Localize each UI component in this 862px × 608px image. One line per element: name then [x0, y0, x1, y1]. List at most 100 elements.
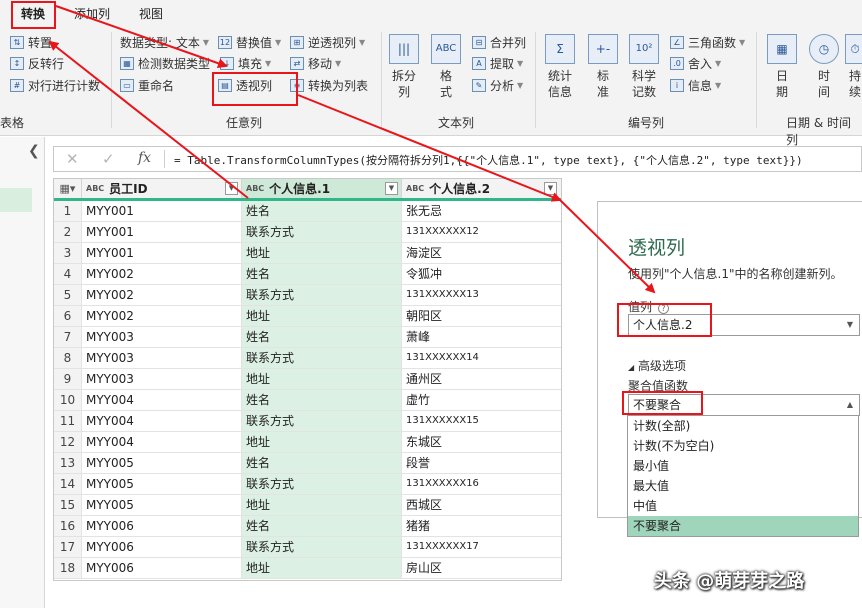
- table-cell[interactable]: 房山区: [402, 558, 561, 578]
- table-row[interactable]: 13 MYY005 姓名 段誉: [54, 453, 561, 474]
- table-row[interactable]: 14 MYY005 联系方式 131XXXXXX16: [54, 474, 561, 495]
- table-row[interactable]: 9 MYY003 地址 通州区: [54, 369, 561, 390]
- date-button[interactable]: ▦ 日期: [764, 34, 800, 100]
- aggregate-option[interactable]: 最小值: [628, 456, 858, 476]
- table-cell[interactable]: MYY004: [82, 390, 242, 410]
- table-cell[interactable]: 联系方式: [242, 474, 402, 494]
- table-cell[interactable]: 131XXXXXX17: [402, 537, 561, 557]
- table-row[interactable]: 10 MYY004 姓名 虚竹: [54, 390, 561, 411]
- filter-dropdown-icon[interactable]: ▼: [385, 182, 398, 195]
- standard-button[interactable]: +- 标准: [585, 34, 621, 100]
- table-cell[interactable]: MYY001: [82, 222, 242, 242]
- advanced-options-toggle[interactable]: ◢ 高级选项: [628, 357, 686, 374]
- filter-dropdown-icon[interactable]: ▼: [544, 182, 557, 195]
- aggregate-option[interactable]: 最大值: [628, 476, 858, 496]
- table-row[interactable]: 5 MYY002 联系方式 131XXXXXX13: [54, 285, 561, 306]
- table-cell[interactable]: MYY001: [82, 201, 242, 221]
- aggregate-option[interactable]: 计数(不为空白): [628, 436, 858, 456]
- statistics-button[interactable]: Σ 统计 信息: [542, 34, 578, 100]
- tab-view[interactable]: 视图: [139, 5, 163, 22]
- selected-query[interactable]: [0, 188, 32, 212]
- table-cell[interactable]: 131XXXXXX14: [402, 348, 561, 368]
- table-cell[interactable]: 姓名: [242, 327, 402, 347]
- table-cell[interactable]: MYY006: [82, 537, 242, 557]
- collapse-pane-icon[interactable]: ❮: [28, 143, 40, 159]
- table-cell[interactable]: 西城区: [402, 495, 561, 515]
- table-row[interactable]: 4 MYY002 姓名 令狐冲: [54, 264, 561, 285]
- table-cell[interactable]: MYY003: [82, 369, 242, 389]
- table-cell[interactable]: 姓名: [242, 201, 402, 221]
- table-cell[interactable]: 联系方式: [242, 285, 402, 305]
- table-cell[interactable]: MYY005: [82, 474, 242, 494]
- table-cell[interactable]: 海淀区: [402, 243, 561, 263]
- table-menu-icon[interactable]: ▦▾: [54, 179, 82, 198]
- tab-add-column[interactable]: 添加列: [74, 5, 110, 22]
- table-cell[interactable]: MYY003: [82, 348, 242, 368]
- transpose-button[interactable]: ⇅ 转置: [10, 33, 52, 51]
- table-cell[interactable]: 姓名: [242, 516, 402, 536]
- confirm-formula-icon[interactable]: ✓: [102, 150, 115, 168]
- merge-columns-button[interactable]: ⊟ 合并列: [472, 33, 526, 51]
- cancel-formula-icon[interactable]: ✕: [66, 150, 79, 168]
- table-cell[interactable]: 131XXXXXX12: [402, 222, 561, 242]
- table-cell[interactable]: 张无忌: [402, 201, 561, 221]
- table-cell[interactable]: MYY002: [82, 285, 242, 305]
- table-cell[interactable]: MYY006: [82, 558, 242, 578]
- table-cell[interactable]: 姓名: [242, 390, 402, 410]
- table-row[interactable]: 1 MYY001 姓名 张无忌: [54, 201, 561, 222]
- text-type-icon[interactable]: ABC: [246, 184, 264, 193]
- split-column-button[interactable]: ||| 拆分列: [386, 34, 422, 100]
- table-cell[interactable]: 联系方式: [242, 411, 402, 431]
- table-cell[interactable]: 地址: [242, 369, 402, 389]
- table-cell[interactable]: 131XXXXXX15: [402, 411, 561, 431]
- text-type-icon[interactable]: ABC: [86, 184, 104, 193]
- rounding-button[interactable]: .0 舍入 ▼: [670, 54, 721, 72]
- table-row[interactable]: 11 MYY004 联系方式 131XXXXXX15: [54, 411, 561, 432]
- formula-text[interactable]: = Table.TransformColumnTypes(按分隔符拆分列1,{{…: [174, 152, 803, 168]
- unpivot-button[interactable]: ⊞ 逆透视列 ▼: [290, 33, 365, 51]
- table-cell[interactable]: 地址: [242, 495, 402, 515]
- table-row[interactable]: 16 MYY006 姓名 猪猪: [54, 516, 561, 537]
- parse-button[interactable]: ✎ 分析 ▼: [472, 76, 523, 94]
- table-row[interactable]: 15 MYY005 地址 西城区: [54, 495, 561, 516]
- table-row[interactable]: 17 MYY006 联系方式 131XXXXXX17: [54, 537, 561, 558]
- table-cell[interactable]: MYY004: [82, 432, 242, 452]
- table-cell[interactable]: MYY002: [82, 264, 242, 284]
- scientific-button[interactable]: 10² 科学 记数: [626, 34, 662, 100]
- duration-button[interactable]: ⏱ 持续: [844, 34, 862, 100]
- count-rows-button[interactable]: # 对行进行计数: [10, 76, 100, 94]
- table-cell[interactable]: 姓名: [242, 264, 402, 284]
- table-cell[interactable]: 姓名: [242, 453, 402, 473]
- table-row[interactable]: 2 MYY001 联系方式 131XXXXXX12: [54, 222, 561, 243]
- table-row[interactable]: 12 MYY004 地址 东城区: [54, 432, 561, 453]
- fill-button[interactable]: ↓ 填充 ▼: [220, 54, 271, 72]
- table-cell[interactable]: 131XXXXXX13: [402, 285, 561, 305]
- detect-type-button[interactable]: ▦ 检测数据类型: [120, 54, 210, 72]
- time-button[interactable]: ◷ 时间: [806, 34, 842, 100]
- table-row[interactable]: 7 MYY003 姓名 萧峰: [54, 327, 561, 348]
- column-header-info-2[interactable]: ABC 个人信息.2 ▼: [402, 179, 561, 198]
- table-cell[interactable]: 131XXXXXX16: [402, 474, 561, 494]
- filter-dropdown-icon[interactable]: ▼: [225, 182, 238, 195]
- column-header-info-1[interactable]: ABC 个人信息.1 ▼: [242, 179, 402, 198]
- rename-button[interactable]: ▭ 重命名: [120, 76, 174, 94]
- table-row[interactable]: 18 MYY006 地址 房山区: [54, 558, 561, 579]
- table-cell[interactable]: 通州区: [402, 369, 561, 389]
- replace-values-button[interactable]: 12 替换值 ▼: [218, 33, 281, 51]
- table-row[interactable]: 8 MYY003 联系方式 131XXXXXX14: [54, 348, 561, 369]
- fx-icon[interactable]: fx: [138, 150, 151, 166]
- table-cell[interactable]: 地址: [242, 432, 402, 452]
- table-cell[interactable]: 萧峰: [402, 327, 561, 347]
- reverse-rows-button[interactable]: ↕ 反转行: [10, 54, 64, 72]
- table-cell[interactable]: 东城区: [402, 432, 561, 452]
- table-cell[interactable]: 联系方式: [242, 537, 402, 557]
- data-type-dropdown[interactable]: 数据类型: 文本 ▼: [120, 33, 209, 51]
- table-cell[interactable]: 虚竹: [402, 390, 561, 410]
- text-type-icon[interactable]: ABC: [406, 184, 424, 193]
- table-cell[interactable]: MYY004: [82, 411, 242, 431]
- table-cell[interactable]: 朝阳区: [402, 306, 561, 326]
- info-button[interactable]: i 信息 ▼: [670, 76, 721, 94]
- table-cell[interactable]: 地址: [242, 243, 402, 263]
- aggregate-option[interactable]: 中值: [628, 496, 858, 516]
- aggregate-option[interactable]: 计数(全部): [628, 416, 858, 436]
